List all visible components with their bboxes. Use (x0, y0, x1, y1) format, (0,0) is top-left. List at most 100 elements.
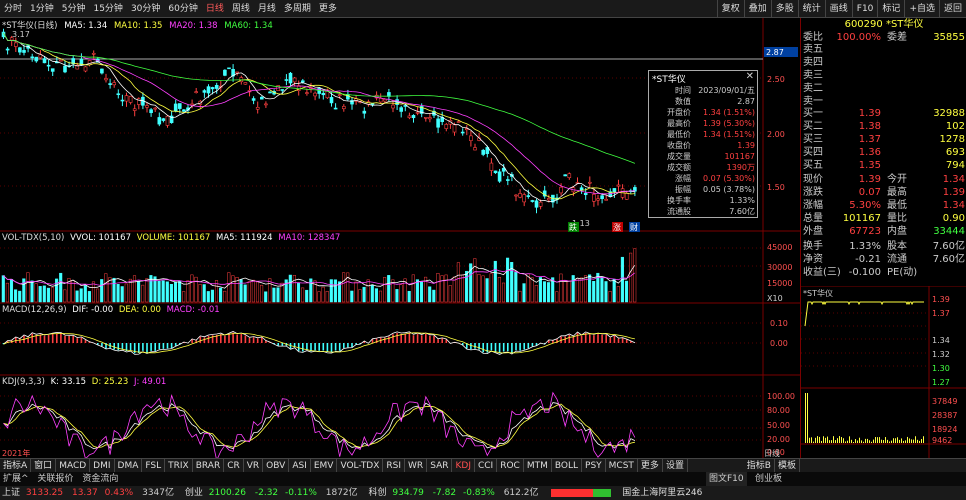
tab-period[interactable]: 60分钟 (164, 0, 201, 18)
close-icon[interactable]: ✕ (746, 71, 754, 82)
tab-period[interactable]: 周线 (228, 0, 254, 18)
add-watchlist-button[interactable]: +自选 (904, 0, 939, 18)
intraday-volume-bar (821, 440, 822, 443)
indicator-tab[interactable]: 模板 (775, 458, 800, 473)
mark-button[interactable]: 标记 (877, 0, 904, 18)
tooltip-row: 最低价 1.34 (1.51%) (649, 129, 757, 140)
related-quote-tab[interactable]: 关联报价 (34, 474, 76, 484)
macd-value: MACD: -0.01 (166, 305, 220, 315)
indicator-tab[interactable]: MCST (606, 458, 638, 473)
indicator-tab[interactable]: SAR (427, 458, 453, 473)
indicator-tab[interactable]: OBV (263, 458, 290, 473)
volume-bar (79, 288, 83, 303)
indicator-tab[interactable]: CR (224, 458, 244, 473)
cy-index-label[interactable]: 创业 (185, 488, 203, 498)
volume-bar (83, 285, 87, 303)
tooltip-key: 最低价 (667, 130, 691, 139)
indicator-tab[interactable]: ROC (497, 458, 524, 473)
indicator-tab[interactable]: BRAR (193, 458, 225, 473)
indicator-tab[interactable]: 指标A (0, 458, 32, 473)
kdj-axis-tick: 80.00 (767, 406, 790, 415)
back-button[interactable]: 返回 (938, 0, 966, 18)
extend-button[interactable]: 扩展^ (0, 474, 32, 484)
candle-body (592, 194, 596, 202)
candle-body (411, 115, 416, 119)
tooltip-row: 流通股 7.60亿 (649, 206, 757, 217)
volume-bar (501, 282, 506, 303)
candle-body (194, 91, 198, 93)
candle-body (149, 109, 153, 114)
candle-body (305, 92, 309, 94)
indicator-tab[interactable]: RSI (383, 458, 406, 473)
vol-axis-tick: 15000 (767, 279, 792, 288)
tab-period[interactable]: 5分钟 (58, 0, 90, 18)
indicator-tab[interactable]: DMI (90, 458, 115, 473)
indicator-tab[interactable]: CCI (475, 458, 498, 473)
volume-bar (428, 286, 432, 303)
kc-index-pct: -0.83% (462, 488, 495, 498)
f10-text-button[interactable]: 图文F10 (706, 472, 747, 486)
intraday-volume-bar (825, 437, 826, 443)
indicator-tab[interactable]: 设置 (663, 458, 688, 473)
tab-period[interactable]: 多周期 (280, 0, 315, 18)
restore-rights-button[interactable]: 复权 (716, 0, 744, 18)
tooltip-value: 1.34 (1.51%) (702, 108, 755, 117)
indicator-tab[interactable]: MTM (524, 458, 552, 473)
volume-bar (63, 289, 67, 303)
tooltip-row: 换手率 1.33% (649, 195, 757, 206)
volume-bar (9, 279, 14, 303)
indicator-tab[interactable]: MACD (56, 458, 91, 473)
volume-bar (387, 275, 391, 303)
indicator-tab[interactable]: BOLL (552, 458, 583, 473)
indicator-tab[interactable]: 窗口 (31, 458, 57, 473)
candle-body (337, 94, 342, 96)
fund-flow-tab[interactable]: 资金流向 (79, 474, 121, 484)
kc-index-label[interactable]: 科创 (369, 488, 387, 498)
tab-period[interactable]: 30分钟 (127, 0, 164, 18)
indicator-tab[interactable]: EMV (311, 458, 338, 473)
volume-bar (141, 284, 145, 303)
tab-period[interactable]: 1分钟 (26, 0, 58, 18)
tab-period[interactable]: 15分钟 (89, 0, 126, 18)
volume-bar (342, 272, 346, 303)
tab-period[interactable]: 月线 (254, 0, 280, 18)
tab-daily[interactable]: 日线 (202, 0, 228, 18)
multi-stock-button[interactable]: 多股 (770, 0, 798, 18)
volume-bar (309, 278, 313, 303)
candle-body (22, 50, 26, 53)
price-axis-tick: 1.50 (767, 183, 785, 192)
tooltip-row: 时间 2023/09/01/五 (649, 85, 757, 96)
volume-bar (251, 279, 255, 303)
intraday-mini-chart[interactable]: 1.39 1.37 1.34 1.32 1.30 1.27 37849 2838… (801, 286, 966, 458)
volume-bar (124, 283, 128, 303)
draw-line-button[interactable]: 画线 (824, 0, 852, 18)
volume-bar (378, 290, 383, 303)
overlay-button[interactable]: 叠加 (743, 0, 771, 18)
intraday-volume-bar (873, 439, 874, 443)
stats-button[interactable]: 统计 (797, 0, 825, 18)
indicator-tab[interactable]: VR (244, 458, 264, 473)
indicator-tab[interactable]: VOL-TDX (337, 458, 384, 473)
candle-body (452, 124, 457, 133)
mini-tab-daily[interactable]: 日线 (764, 448, 800, 458)
server-name[interactable]: 国金上海阿里云246 (622, 488, 702, 498)
candle-body (206, 86, 211, 94)
mini-price-tick: 1.27 (932, 378, 950, 387)
indicator-tab[interactable]: 更多 (638, 458, 663, 473)
indicator-tab[interactable]: PSY (582, 458, 606, 473)
f10-button[interactable]: F10 (851, 0, 878, 18)
indicator-tab[interactable]: DMA (115, 458, 143, 473)
candle-body (596, 198, 600, 201)
indicator-tab[interactable]: WR (405, 458, 428, 473)
candle-body (34, 56, 39, 62)
indicator-tab[interactable]: 指标B (744, 458, 775, 473)
indicator-tab[interactable]: TRIX (165, 458, 193, 473)
indicator-tab[interactable]: KDJ (452, 458, 475, 473)
indicator-tab[interactable]: FSL (142, 458, 166, 473)
quote-stat-row: 外盘 67723 内盘 33444 (803, 226, 965, 237)
indicator-tab[interactable]: ASI (289, 458, 311, 473)
sh-index-label[interactable]: 上证 (2, 488, 20, 498)
intraday-volume-bar (815, 437, 816, 443)
tab-period[interactable]: 分时 (0, 0, 26, 18)
tab-more[interactable]: 更多 (315, 0, 341, 18)
